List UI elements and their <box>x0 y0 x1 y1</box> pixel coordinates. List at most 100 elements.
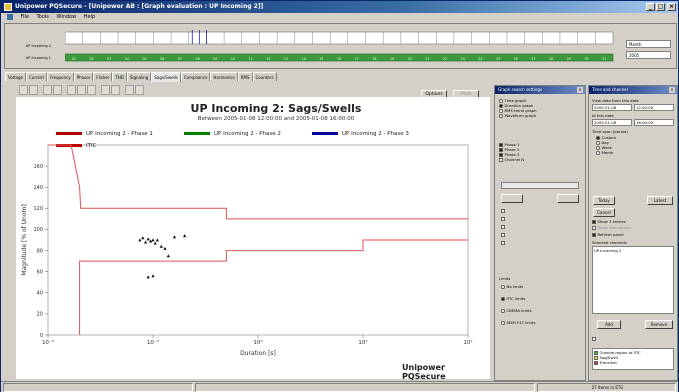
timeline-year-select[interactable]: 2005 <box>626 51 671 59</box>
y-tick-label: 100 <box>33 227 43 233</box>
from-time-field[interactable]: 12:00:00 <box>634 104 674 111</box>
y-tick-label: 80 <box>37 248 43 254</box>
checkbox-icon <box>501 217 505 221</box>
checkbox-icon <box>592 233 596 237</box>
period-month-radio[interactable]: Month <box>596 150 613 155</box>
to-date-field[interactable]: 2005-01-08 <box>592 119 632 126</box>
tab-counters[interactable]: Counters <box>252 72 277 81</box>
itic-limits-radio[interactable]: ITIC limits <box>501 296 525 301</box>
radio-icon <box>501 309 505 313</box>
timeline-tick-label: 18 <box>372 57 376 61</box>
today-button[interactable]: Today <box>593 196 615 205</box>
chart-title: UP Incoming 2: Sags/Swells <box>190 102 362 115</box>
zoom-in-icon[interactable] <box>19 85 28 95</box>
grid-icon[interactable] <box>67 85 76 95</box>
channel-n-checkbox[interactable]: Channel N <box>499 157 524 162</box>
table-icon[interactable] <box>125 85 134 95</box>
radio-icon <box>501 297 505 301</box>
tab-compliance[interactable]: Compliance <box>180 72 211 81</box>
time-channel-panel: Time and channel × View data from this d… <box>588 85 678 381</box>
event-legend: Outside region of ITIC Sag/Swell Transie… <box>592 348 674 370</box>
timeline-channel-label: UP Incoming 1 <box>25 56 51 60</box>
cbema-limits-radio[interactable]: CBEMA limits <box>501 308 532 313</box>
waveform-graph-radio[interactable]: Waveform graph <box>499 113 536 118</box>
close-icon[interactable]: × <box>669 87 675 93</box>
close-button[interactable]: × <box>667 3 676 11</box>
add-button[interactable]: Add <box>597 320 621 329</box>
cancel-button[interactable]: Cancel <box>593 208 615 217</box>
legend-label: UP Incoming 2 - Phase 2 <box>214 131 281 137</box>
chart-icon[interactable] <box>135 85 144 95</box>
timeline-tick-label: 15 <box>319 57 323 61</box>
channel-list[interactable]: UP Incoming 2 <box>592 246 674 314</box>
list-item[interactable]: UP Incoming 2 <box>594 248 672 253</box>
tab-harmonics[interactable]: Harmonics <box>210 72 238 81</box>
title-bar: Unipower PQSecure - [Unipower AB : [Grap… <box>1 1 678 13</box>
radio-icon <box>596 151 600 155</box>
status-bar: 27 Items in ETG <box>1 381 678 392</box>
period-label: Time span (period) <box>592 129 628 134</box>
option-label: ITIC limits <box>506 296 526 301</box>
tab-signaling[interactable]: Signaling <box>126 72 152 81</box>
panel-title: Time and channel <box>592 87 628 92</box>
timeline-tick-label: 10 <box>231 57 235 61</box>
from-date-field[interactable]: 2005-01-08 <box>592 104 632 111</box>
zoom-out-icon[interactable] <box>29 85 38 95</box>
timeline-tick-label: 19 <box>390 57 394 61</box>
scale-icon[interactable] <box>87 85 96 95</box>
tab-thd[interactable]: THD <box>112 72 127 81</box>
timeline-tick-label: 21 <box>425 57 429 61</box>
timeline-tick-label: 20 <box>408 57 412 61</box>
copy-icon[interactable] <box>101 85 110 95</box>
disabled-option <box>501 240 507 245</box>
minimize-button[interactable]: _ <box>646 3 655 11</box>
legend-label: UP Incoming 2 - Phase 3 <box>342 131 409 137</box>
export-icon[interactable] <box>111 85 120 95</box>
tab-rms[interactable]: RMS <box>237 72 253 81</box>
show-events-checkbox[interactable]: Show 3 entries <box>592 219 626 224</box>
disabled-button <box>501 194 523 203</box>
window-title: Unipower PQSecure - [Unipower AB : [Grap… <box>15 3 264 10</box>
cursor-icon[interactable] <box>53 85 62 95</box>
maximize-button[interactable]: □ <box>656 3 665 11</box>
tab-flicker[interactable]: Flicker <box>93 72 113 81</box>
panel-header: Time and channel × <box>589 86 677 94</box>
tab-phasor[interactable]: Phasor <box>73 72 94 81</box>
status-left <box>3 383 193 392</box>
timeline-tick-label: 03 <box>107 57 111 61</box>
y-tick-label: 160 <box>33 164 43 170</box>
tab-voltage[interactable]: Voltage <box>5 72 27 81</box>
legend-icon[interactable] <box>77 85 86 95</box>
tab-frequency[interactable]: Frequency <box>47 72 74 81</box>
menu-file[interactable]: File <box>21 14 29 20</box>
menu-help[interactable]: Help <box>84 14 95 20</box>
close-icon[interactable]: × <box>577 87 583 93</box>
no-limits-radio[interactable]: No limits <box>501 284 523 289</box>
menu-bar: File Tools Window Help <box>1 13 678 22</box>
brand-label: Unipower PQSecure <box>402 363 446 381</box>
panel-header: Graph search settings × <box>495 86 585 94</box>
semi-limits-radio[interactable]: SEMI F47 limits <box>501 320 535 325</box>
remove-button[interactable]: Remove <box>645 320 673 329</box>
latest-button[interactable]: Latest <box>647 196 673 205</box>
refresh-checkbox[interactable]: Refresh panel <box>592 232 624 237</box>
menu-tools[interactable]: Tools <box>37 14 49 20</box>
timeline-tick-label: 31 <box>602 57 606 61</box>
tab-current[interactable]: Current <box>26 72 48 81</box>
tab-sags-swells[interactable]: Sags/Swells <box>151 72 181 82</box>
timeline-tick-label: 26 <box>514 57 518 61</box>
disabled-field <box>501 182 579 189</box>
timeline-track[interactable]: 01 02 03 04 05 06 07 08 09 10 11 12 13 14 15 16 17 18 19 20… <box>65 30 615 68</box>
disabled-option <box>501 216 507 221</box>
option-label: Waveform graph <box>504 113 537 118</box>
checkbox-icon <box>501 241 505 245</box>
menu-window[interactable]: Window <box>56 14 76 20</box>
option-label: Show alternatives <box>597 225 632 230</box>
pan-icon[interactable] <box>43 85 52 95</box>
sag-swell-chart: UP Incoming 2 - Phase 1 UP Incoming 2 - P… <box>16 97 490 381</box>
timeline-tick-label: 23 <box>461 57 465 61</box>
timeline-view-select[interactable]: Month <box>626 40 671 48</box>
chart-subtitle: Between 2005-01-08 12:00:00 and 2005-01-… <box>197 116 355 122</box>
to-time-field[interactable]: 16:00:00 <box>634 119 674 126</box>
timeline-strip[interactable]: UP Incoming 2 UP Incoming 1 01 02 03 04 05 06… <box>4 23 677 69</box>
